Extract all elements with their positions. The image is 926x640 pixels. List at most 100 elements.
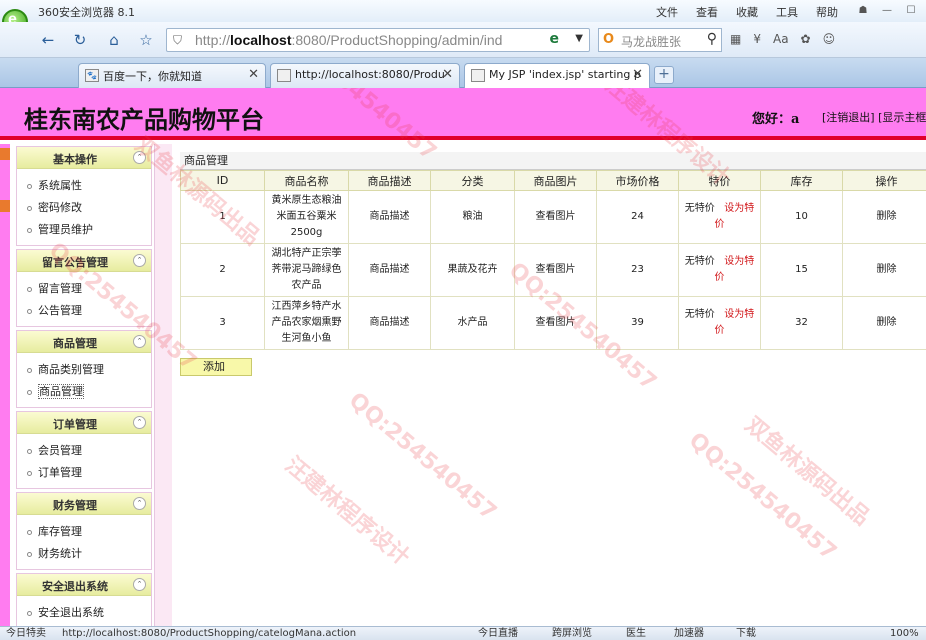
cell-desc-link[interactable]: 商品描述 xyxy=(348,243,431,297)
delete-link[interactable]: 删除 xyxy=(842,243,926,297)
status-cross-screen[interactable]: 跨屏浏览 xyxy=(552,627,592,640)
delete-link[interactable]: 删除 xyxy=(842,296,926,350)
address-bar[interactable]: ⛉ http://localhost:8080/ProductShopping/… xyxy=(166,28,590,52)
cell-name: 江西萍乡特产水产品农家烟熏野生河鱼小鱼 xyxy=(264,296,349,350)
menu-group-header[interactable]: 商品管理 ⌃ xyxy=(17,331,151,353)
gift-icon[interactable]: ✿ xyxy=(801,32,811,46)
sidebar-item-system-properties[interactable]: 系统属性 xyxy=(27,175,151,197)
sidebar-splitter[interactable] xyxy=(154,144,172,626)
view-image-link[interactable]: 查看图片 xyxy=(514,296,597,350)
menu-view[interactable]: 查看 xyxy=(696,4,718,20)
close-icon[interactable]: ✕ xyxy=(632,67,643,82)
grid-icon[interactable]: ▦ xyxy=(730,32,741,46)
cell-id: 1 xyxy=(180,190,265,244)
cell-desc-link[interactable]: 商品描述 xyxy=(348,190,431,244)
sidebar-item-admin-maintenance[interactable]: 管理员维护 xyxy=(27,219,151,241)
zoom-level[interactable]: 100% xyxy=(890,627,919,640)
delete-link[interactable]: 删除 xyxy=(842,190,926,244)
maximize-button[interactable]: ☐ xyxy=(900,2,922,18)
set-special-link[interactable]: 设为特价 xyxy=(715,203,755,230)
status-doctor[interactable]: 医生 xyxy=(626,627,646,640)
menu-group-header[interactable]: 安全退出系统 ⌃ xyxy=(17,574,151,596)
view-image-link[interactable]: 查看图片 xyxy=(514,190,597,244)
sidebar: 基本操作 ⌃ 系统属性 密码修改 管理员维护 留言公告管理 ⌃ 留言管理 公告管… xyxy=(16,146,152,626)
status-download[interactable]: 下载 xyxy=(736,627,756,640)
tab-localhost[interactable]: http://localhost:8080/Produ ✕ xyxy=(270,63,460,88)
menu-group-messages: 留言公告管理 ⌃ 留言管理 公告管理 xyxy=(16,249,152,327)
collapse-icon[interactable]: ⌃ xyxy=(133,335,146,348)
refresh-icon[interactable]: ↻ xyxy=(68,28,92,52)
money-icon[interactable]: ¥ xyxy=(753,32,761,46)
status-live[interactable]: 今日直播 xyxy=(478,627,518,640)
translate-icon[interactable]: Aa xyxy=(773,32,789,46)
chevron-down-icon[interactable]: ▼ xyxy=(575,33,583,44)
sidebar-item-orders[interactable]: 订单管理 xyxy=(27,462,151,484)
menu-help[interactable]: 帮助 xyxy=(816,4,838,20)
sidebar-item-logout[interactable]: 安全退出系统 xyxy=(27,602,151,624)
collapse-icon[interactable]: ⌃ xyxy=(133,578,146,591)
sidebar-item-messages[interactable]: 留言管理 xyxy=(27,278,151,300)
sidebar-item-members[interactable]: 会员管理 xyxy=(27,440,151,462)
sidebar-item-change-password[interactable]: 密码修改 xyxy=(27,197,151,219)
main-content: 商品管理 ID 商品名称 商品描述 分类 商品图片 市场价格 特价 库存 操作 xyxy=(180,152,926,376)
table-row: 3 江西萍乡特产水产品农家烟熏野生河鱼小鱼 商品描述 水产品 查看图片 39 无… xyxy=(180,296,926,350)
menu-group-header[interactable]: 留言公告管理 ⌃ xyxy=(17,250,151,272)
site-title: 桂东南农产品购物平台 xyxy=(24,105,264,134)
browser-app-title: 360安全浏览器 8.1 xyxy=(38,6,135,19)
menu-file[interactable]: 文件 xyxy=(656,4,678,20)
sidebar-item-product-categories[interactable]: 商品类别管理 xyxy=(27,359,151,381)
set-special-link[interactable]: 设为特价 xyxy=(715,256,755,283)
set-special-link[interactable]: 设为特价 xyxy=(715,309,755,336)
close-icon[interactable]: ✕ xyxy=(442,67,453,82)
search-icon[interactable]: ⚲ xyxy=(707,31,717,47)
menu-tools[interactable]: 工具 xyxy=(776,4,798,20)
sidebar-item-announcements[interactable]: 公告管理 xyxy=(27,300,151,322)
sidebar-item-finance-stats[interactable]: 财务统计 xyxy=(27,543,151,565)
minimize-button[interactable]: — xyxy=(876,2,898,18)
cell-stock: 32 xyxy=(760,296,843,350)
collapse-icon[interactable]: ⌃ xyxy=(133,416,146,429)
rail-icon[interactable] xyxy=(0,148,10,160)
status-accelerator[interactable]: 加速器 xyxy=(674,627,704,640)
tab-baidu[interactable]: 🐾 百度一下，你就知道 ✕ xyxy=(78,63,266,88)
tab-index-jsp[interactable]: My JSP 'index.jsp' starting p ✕ xyxy=(464,63,650,88)
product-table: ID 商品名称 商品描述 分类 商品图片 市场价格 特价 库存 操作 1 黄米原… xyxy=(180,170,926,350)
header-links[interactable]: [注销退出] [显示主框 xyxy=(822,109,926,125)
status-sale[interactable]: 今日特卖 xyxy=(6,627,46,640)
column-header: 商品图片 xyxy=(514,170,597,191)
cell-desc-link[interactable]: 商品描述 xyxy=(348,296,431,350)
column-header: ID xyxy=(180,170,265,191)
menu-group-orders: 订单管理 ⌃ 会员管理 订单管理 xyxy=(16,411,152,489)
sidebar-item-inventory[interactable]: 库存管理 xyxy=(27,521,151,543)
collapse-icon[interactable]: ⌃ xyxy=(133,151,146,164)
menu-group-header[interactable]: 财务管理 ⌃ xyxy=(17,493,151,515)
watermark: QQ:254540457 xyxy=(343,388,501,526)
address-url[interactable]: http://localhost:8080/ProductShopping/ad… xyxy=(195,32,523,48)
view-image-link[interactable]: 查看图片 xyxy=(514,243,597,297)
page-icon xyxy=(471,69,485,82)
window-controls: ☗ — ☐ xyxy=(852,2,922,18)
cell-price: 24 xyxy=(596,190,679,244)
sidebar-item-products[interactable]: 商品管理 xyxy=(27,381,151,403)
browser-statusbar: 今日特卖 http://localhost:8080/ProductShoppi… xyxy=(0,626,926,640)
collapse-icon[interactable]: ⌃ xyxy=(133,254,146,267)
search-box[interactable]: O 马龙战胜张 ⚲ xyxy=(598,28,722,52)
back-arrow-icon[interactable]: ← xyxy=(36,28,60,52)
skin-icon[interactable]: ☗ xyxy=(852,2,874,18)
star-icon[interactable]: ☆ xyxy=(134,28,158,52)
add-product-button[interactable]: 添加 xyxy=(180,358,252,376)
site-header: 桂东南农产品购物平台 您好：a [注销退出] [显示主框 xyxy=(0,88,926,140)
new-tab-button[interactable]: + xyxy=(654,66,674,84)
search-engine-icon[interactable]: O xyxy=(603,32,614,47)
emoji-icon[interactable]: ☺ xyxy=(823,32,836,46)
collapse-icon[interactable]: ⌃ xyxy=(133,497,146,510)
ie-mode-icon[interactable]: e xyxy=(550,31,560,47)
search-input[interactable]: 马龙战胜张 xyxy=(621,33,697,50)
menu-favorites[interactable]: 收藏 xyxy=(736,4,758,20)
rail-icon[interactable] xyxy=(0,200,10,212)
menu-group-header[interactable]: 订单管理 ⌃ xyxy=(17,412,151,434)
menu-group-header[interactable]: 基本操作 ⌃ xyxy=(17,147,151,169)
browser-menu: 文件 查看 收藏 工具 帮助 xyxy=(656,4,838,20)
close-icon[interactable]: ✕ xyxy=(248,67,259,82)
home-icon[interactable]: ⌂ xyxy=(102,28,126,52)
